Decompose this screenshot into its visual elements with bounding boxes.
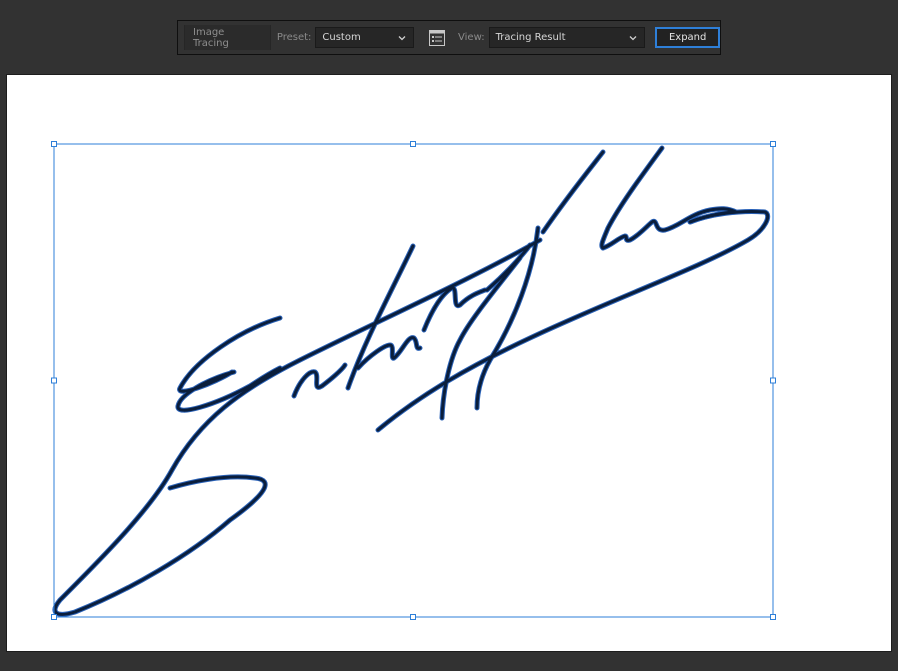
preset-dropdown[interactable]: Custom	[315, 27, 415, 48]
handle-bottom-right[interactable]	[770, 614, 776, 620]
preset-label: Preset:	[276, 32, 312, 43]
handle-bottom-middle[interactable]	[410, 614, 416, 620]
view-value: Tracing Result	[495, 32, 566, 43]
illustrator-window: Image Tracing Preset: Custom View: Traci…	[0, 0, 898, 671]
handle-bottom-left[interactable]	[51, 614, 57, 620]
artboard[interactable]	[6, 74, 892, 652]
image-trace-panel-icon	[429, 29, 446, 46]
image-tracing-label: Image Tracing	[184, 25, 271, 50]
handle-middle-left[interactable]	[51, 377, 57, 384]
chevron-down-icon	[629, 36, 637, 41]
handle-middle-right[interactable]	[770, 377, 776, 384]
chevron-down-icon	[398, 36, 406, 41]
image-trace-panel-button[interactable]	[428, 29, 446, 47]
view-dropdown[interactable]: Tracing Result	[488, 27, 646, 48]
handle-top-left[interactable]	[51, 141, 57, 147]
preset-value: Custom	[322, 32, 361, 43]
image-trace-control-bar: Image Tracing Preset: Custom View: Traci…	[177, 20, 721, 55]
view-label: View:	[458, 32, 485, 43]
expand-button[interactable]: Expand	[655, 27, 721, 48]
handle-top-middle[interactable]	[410, 141, 416, 147]
handle-top-right[interactable]	[770, 141, 776, 147]
